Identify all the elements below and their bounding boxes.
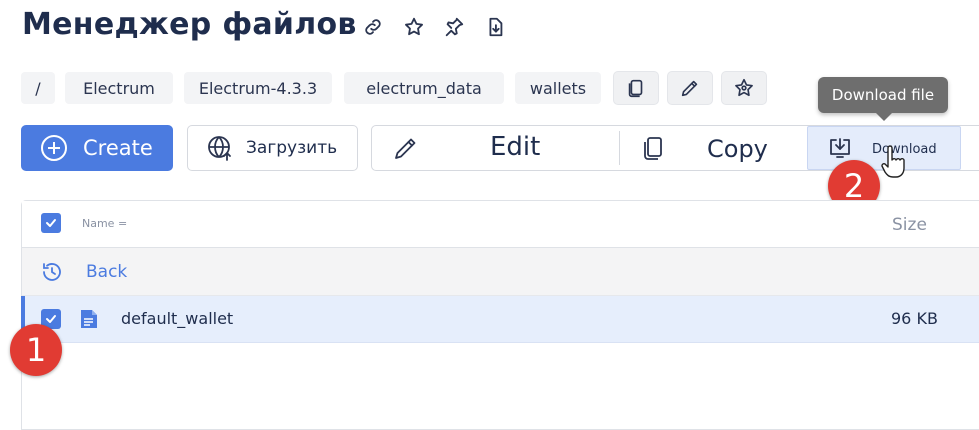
plus-circle-icon bbox=[41, 135, 67, 161]
back-history-icon bbox=[43, 263, 61, 281]
pencil-icon bbox=[681, 80, 698, 97]
star-badge-icon bbox=[735, 78, 753, 97]
upload-button[interactable]: Загрузить bbox=[187, 125, 358, 171]
select-all-checkbox[interactable] bbox=[41, 213, 61, 233]
download-box-icon[interactable] bbox=[482, 14, 508, 40]
checkmark-icon bbox=[46, 219, 56, 227]
link-icon[interactable] bbox=[360, 14, 386, 40]
upload-button-label: Загрузить bbox=[246, 138, 338, 158]
step-marker-1: 1 bbox=[10, 324, 62, 376]
favorite-path-button[interactable] bbox=[721, 71, 767, 105]
tooltip-arrow bbox=[876, 113, 892, 121]
column-header-size[interactable]: Size bbox=[892, 215, 927, 235]
edit-button[interactable]: Edit bbox=[372, 126, 618, 170]
breadcrumb-electrum[interactable]: Electrum bbox=[65, 72, 173, 104]
globe-upload-icon bbox=[208, 136, 231, 161]
breadcrumb-electrum-data[interactable]: electrum_data bbox=[344, 72, 504, 104]
copy-icon bbox=[628, 79, 643, 98]
breadcrumb-wallets[interactable]: wallets bbox=[515, 72, 601, 104]
pencil-icon bbox=[395, 138, 416, 159]
back-row[interactable] bbox=[22, 248, 979, 296]
hand-cursor-icon bbox=[881, 145, 905, 178]
table-header bbox=[22, 201, 979, 248]
column-header-name[interactable]: Name = bbox=[82, 217, 127, 230]
pin-icon[interactable] bbox=[441, 14, 467, 40]
download-tooltip: Download file bbox=[818, 77, 948, 113]
copy-button[interactable]: Copy bbox=[620, 126, 806, 170]
edit-button-label: Edit bbox=[490, 132, 541, 162]
create-button[interactable]: Create bbox=[21, 125, 173, 171]
file-size: 96 KB bbox=[891, 309, 938, 328]
breadcrumb-root[interactable]: / bbox=[21, 72, 55, 104]
copy-path-button[interactable] bbox=[613, 71, 659, 105]
copy-button-label: Copy bbox=[707, 135, 768, 163]
create-button-label: Create bbox=[83, 136, 153, 160]
download-tray-icon bbox=[830, 138, 850, 158]
page-title: Менеджер файлов bbox=[22, 7, 357, 42]
breadcrumb-electrum-version[interactable]: Electrum-4.3.3 bbox=[184, 72, 332, 104]
file-name[interactable]: default_wallet bbox=[121, 309, 233, 328]
rename-path-button[interactable] bbox=[667, 71, 713, 105]
document-icon bbox=[81, 310, 97, 328]
star-icon[interactable] bbox=[401, 14, 427, 40]
back-label[interactable]: Back bbox=[86, 262, 127, 282]
checkmark-icon bbox=[46, 315, 56, 323]
copy-icon bbox=[644, 137, 662, 160]
